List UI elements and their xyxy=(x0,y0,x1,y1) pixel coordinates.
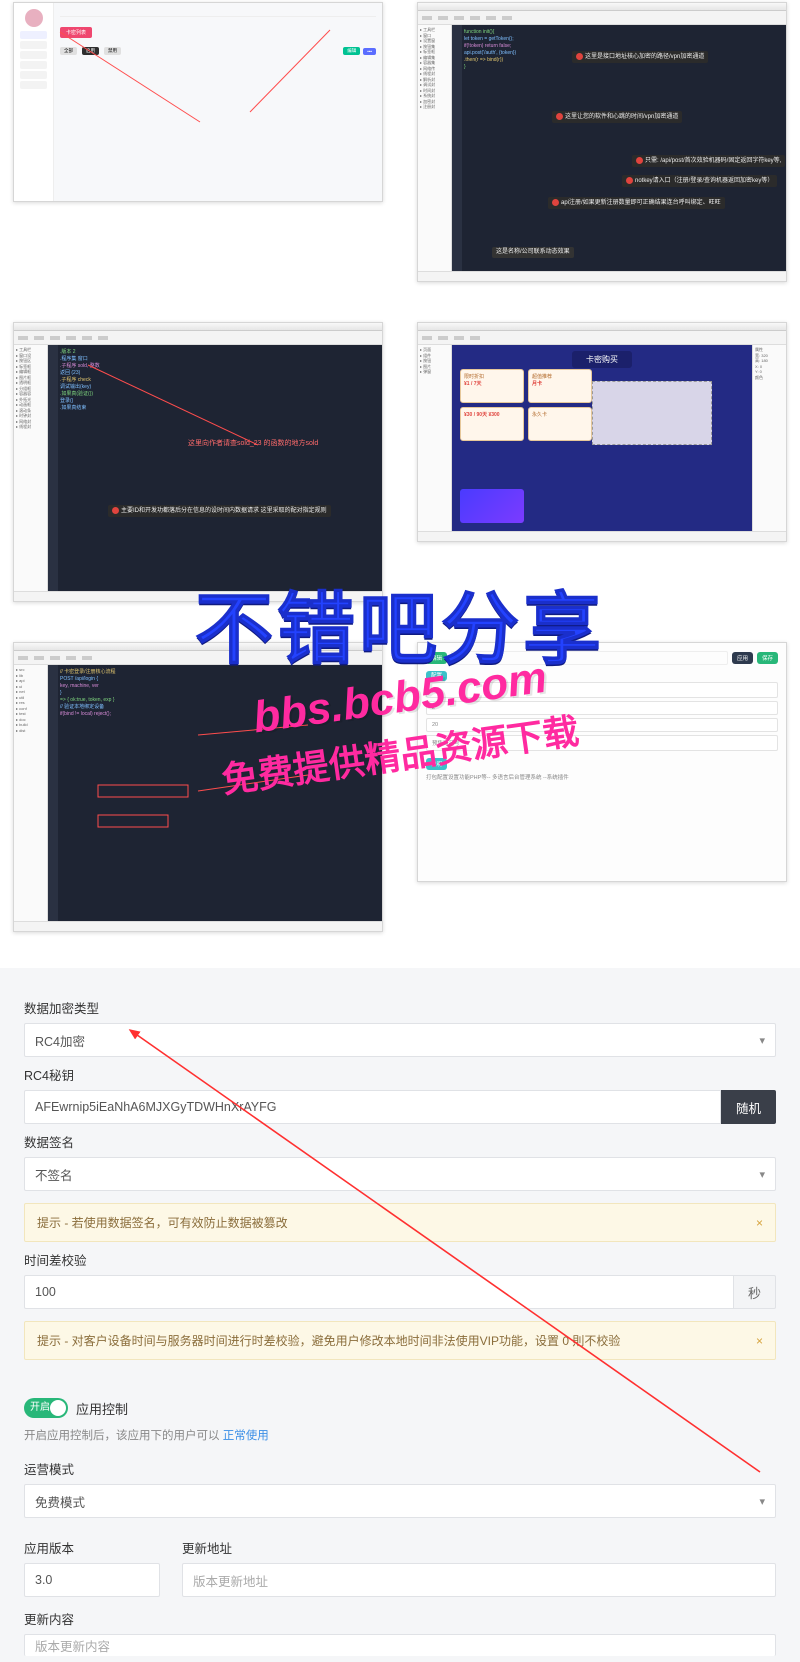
mode-select[interactable]: 免费模式 xyxy=(24,1484,776,1518)
code-editor[interactable]: function init(){ let token = getToken();… xyxy=(452,25,786,271)
enc-type-label: 数据加密类型 xyxy=(24,998,776,1017)
update-url-input[interactable]: 版本更新地址 xyxy=(182,1563,776,1597)
file-tree[interactable]: ▸ 工具栏▸ 窗口▸ 设置窗 ▸ 按钮集▸ 标签框▸ 编辑集 ▸ 容器集▸ 网络… xyxy=(418,25,452,271)
timecheck-unit: 秒 xyxy=(734,1275,776,1309)
badge-app[interactable]: 应用 xyxy=(732,652,753,664)
update-url-label: 更新地址 xyxy=(182,1538,776,1557)
random-button[interactable]: 随机 xyxy=(721,1090,776,1124)
annotation-line xyxy=(48,345,382,591)
file-tree[interactable]: ▸ 页面▸ 组件▸ 按钮 ▸ 图片▸ 弹窗 xyxy=(418,345,452,531)
thumb-admin-panel[interactable]: 卡密列表 全部 启用 禁用 编辑 ••• xyxy=(13,2,383,202)
code-editor[interactable]: // 卡密登录/注册核心流程 POST /api/login { key, ma… xyxy=(48,665,382,921)
app-control-toggle[interactable]: 开启 xyxy=(24,1398,68,1418)
screenshot-gallery: 卡密列表 全部 启用 禁用 编辑 ••• ▸ 工具栏▸ 窗口▸ 设置窗 xyxy=(0,2,800,932)
alert-sign: 提示 - 若使用数据签名，可有效防止数据被篡改 × xyxy=(24,1203,776,1242)
badge-edit[interactable]: 编辑 xyxy=(426,652,447,664)
promo-title: 卡密购买 xyxy=(572,351,632,368)
thumb-ide-3[interactable]: ▸ src▸ lib▸ api ▸ ui▸ net▸ util ▸ res▸ c… xyxy=(13,642,383,932)
prop-panel[interactable]: 属性宽: 320高: 180 X: 0Y: 0颜色 xyxy=(752,345,786,531)
badge-save[interactable]: 保存 xyxy=(757,652,778,664)
app-control-title: 应用控制 xyxy=(76,1399,128,1418)
close-icon[interactable]: × xyxy=(756,1216,763,1230)
code-editor[interactable]: .版本 2.程序集 窗口.子程序 sold, 整数 返回 (23).子程序 ch… xyxy=(48,345,382,591)
cta-button[interactable] xyxy=(460,489,524,523)
config-panel: 数据加密类型 RC4加密 RC4秘钥 AFEwrnip5iEaNhA6MJXGy… xyxy=(0,968,800,1662)
admin-content: 卡密列表 全部 启用 禁用 编辑 ••• xyxy=(54,3,382,201)
edit-button[interactable]: ••• xyxy=(363,48,376,55)
sign-label: 数据签名 xyxy=(24,1132,776,1151)
app-control-hint: 开启应用控制后，该应用下的用户可以 正常使用 xyxy=(24,1427,776,1443)
enc-type-select[interactable]: RC4加密 xyxy=(24,1023,776,1057)
version-input[interactable]: 3.0 xyxy=(24,1563,160,1597)
close-icon[interactable]: × xyxy=(756,1334,763,1348)
update-content-label: 更新内容 xyxy=(24,1609,776,1628)
normal-use-link[interactable]: 正常使用 xyxy=(223,1430,269,1442)
drop-area[interactable] xyxy=(592,381,712,445)
promo-canvas[interactable]: 卡密购买 限时折扣¥1 / 7天 超值推荐月卡 ¥30 / 90天 ¥300 永… xyxy=(452,345,752,531)
alert-timecheck: 提示 - 对客户设备时间与服务器时间进行时差校验，避免用户修改本地时间非法使用V… xyxy=(24,1321,776,1360)
mode-label: 运营模式 xyxy=(24,1459,776,1478)
file-tree[interactable]: ▸ 工具栏▸ 窗口设▸ 按钮区 ▸ 标签框▸ 编辑框▸ 图片框 ▸ 透明框▸ 分… xyxy=(14,345,48,591)
admin-sidebar xyxy=(14,3,54,201)
update-content-input[interactable]: 版本更新内容 xyxy=(24,1634,776,1656)
btn-primary[interactable]: 卡密列表 xyxy=(60,27,92,38)
thumb-promo-ui[interactable]: ▸ 页面▸ 组件▸ 按钮 ▸ 图片▸ 弹窗 卡密购买 限时折扣¥1 / 7天 超… xyxy=(417,322,787,542)
version-label: 应用版本 xyxy=(24,1538,160,1557)
sign-select[interactable]: 不签名 xyxy=(24,1157,776,1191)
timecheck-label: 时间差校验 xyxy=(24,1250,776,1269)
annotation-lines xyxy=(48,665,382,921)
thumb-ide-2[interactable]: ▸ 工具栏▸ 窗口设▸ 按钮区 ▸ 标签框▸ 编辑框▸ 图片框 ▸ 透明框▸ 分… xyxy=(13,322,383,602)
rc4-key-label: RC4秘钥 xyxy=(24,1065,776,1084)
avatar xyxy=(25,9,43,27)
thumb-ide-1[interactable]: ▸ 工具栏▸ 窗口▸ 设置窗 ▸ 按钮集▸ 标签框▸ 编辑集 ▸ 容器集▸ 网络… xyxy=(417,2,787,282)
thumb-light-form[interactable]: 编辑 应用 保存 配置 无 2 20 预售商品号 说明 打包配置设置功能PHP等… xyxy=(417,642,787,882)
rc4-key-input[interactable]: AFEwrnip5iEaNhA6MJXGyTDWHnXrAYFG xyxy=(24,1090,721,1124)
timecheck-input[interactable]: 100 xyxy=(24,1275,734,1309)
file-tree[interactable]: ▸ src▸ lib▸ api ▸ ui▸ net▸ util ▸ res▸ c… xyxy=(14,665,48,921)
